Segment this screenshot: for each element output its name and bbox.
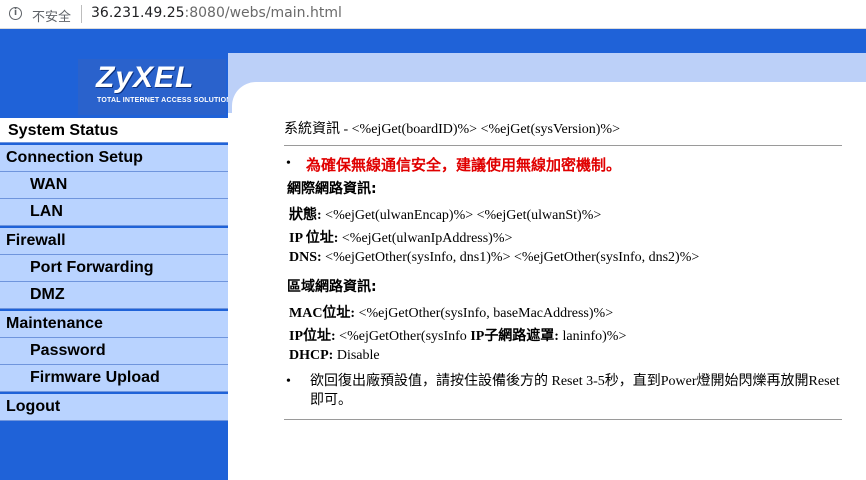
bullet: • — [286, 374, 291, 389]
divider-line — [284, 145, 842, 146]
wireless-security-warning: 為確保無線通信安全，建議使用無線加密機制。 — [306, 156, 622, 174]
nav-lan[interactable]: LAN — [0, 199, 228, 226]
reset-note: • 欲回復出廠預設值，請按住設備後方的 Reset 3-5秒，直到Power燈開… — [284, 372, 844, 410]
address-separator — [81, 5, 82, 23]
logo-tagline: TOTAL INTERNET ACCESS SOLUTION — [97, 97, 232, 104]
nav-menu: System Status Connection Setup WAN LAN F… — [0, 118, 228, 421]
nav-firmware-upload[interactable]: Firmware Upload — [0, 365, 228, 392]
wan-status-row: 狀態: <%ejGet(ulwanEncap)%> <%ejGet(ulwanS… — [289, 204, 601, 224]
url-text[interactable]: 36.231.49.25:8080/webs/main.html — [91, 5, 342, 21]
lan-mask-value: laninfo)%> — [558, 329, 627, 344]
wan-status-label: 狀態: — [289, 208, 322, 223]
lan-dhcp-value: Disable — [333, 348, 380, 363]
lan-mac-label: MAC位址: — [289, 306, 356, 321]
divider-line — [284, 419, 842, 420]
nav-firewall[interactable]: Firewall — [0, 228, 228, 255]
nav-maintenance[interactable]: Maintenance — [0, 311, 228, 338]
wan-ip-value: <%ejGet(ulwanIpAddress)%> — [338, 231, 513, 246]
nav-system-status[interactable]: System Status — [0, 118, 228, 143]
nav-wan[interactable]: WAN — [0, 172, 228, 199]
browser-address-bar[interactable]: i 不安全 36.231.49.25:8080/webs/main.html — [0, 0, 866, 29]
nav-dmz[interactable]: DMZ — [0, 282, 228, 309]
url-path: :8080/webs/main.html — [184, 5, 342, 21]
lan-mac-row: MAC位址: <%ejGetOther(sysInfo, baseMacAddr… — [289, 302, 613, 322]
info-icon[interactable]: i — [9, 7, 22, 20]
bullet: • — [286, 156, 291, 171]
lan-ip-label: IP位址: — [289, 329, 336, 344]
lan-mask-label: IP子網路遮罩: — [470, 329, 559, 344]
nav-logout[interactable]: Logout — [0, 394, 228, 421]
lan-ip-value: <%ejGetOther(sysInfo — [335, 329, 471, 344]
lan-mac-value: <%ejGetOther(sysInfo, baseMacAddress)%> — [355, 306, 614, 321]
wan-ip-label: IP 位址: — [289, 231, 339, 246]
wan-status-value: <%ejGet(ulwanEncap)%> <%ejGet(ulwanSt)%> — [321, 208, 602, 223]
url-host: 36.231.49.25 — [91, 5, 185, 21]
security-label: 不安全 — [32, 10, 72, 25]
nav-connection-setup[interactable]: Connection Setup — [0, 145, 228, 172]
lan-section-title: 區域網路資訊: — [287, 279, 377, 295]
nav-password[interactable]: Password — [0, 338, 228, 365]
nav-port-forwarding[interactable]: Port Forwarding — [0, 255, 228, 282]
reset-note-text: 欲回復出廠預設值，請按住設備後方的 Reset 3-5秒，直到Power燈開始閃… — [310, 374, 840, 408]
zyxel-logo: ZyXEL TOTAL INTERNET ACCESS SOLUTION — [78, 59, 231, 115]
header-band — [228, 29, 866, 53]
wan-ip-row: IP 位址: <%ejGet(ulwanIpAddress)%> — [289, 227, 512, 247]
lan-dhcp-label: DHCP: — [289, 348, 334, 363]
wan-dns-label: DNS: — [289, 250, 322, 265]
system-info-line: 系統資訊 - <%ejGet(boardID)%> <%ejGet(sysVer… — [284, 122, 620, 137]
wan-dns-value: <%ejGetOther(sysInfo, dns1)%> <%ejGetOth… — [321, 250, 700, 265]
wan-dns-row: DNS: <%ejGetOther(sysInfo, dns1)%> <%ejG… — [289, 250, 699, 266]
wan-section-title: 網際網路資訊: — [287, 181, 377, 197]
lan-dhcp-row: DHCP: Disable — [289, 348, 380, 364]
logo-wordmark: ZyXEL — [96, 61, 195, 94]
lan-ip-row: IP位址: <%ejGetOther(sysInfo IP子網路遮罩: lani… — [289, 325, 626, 345]
